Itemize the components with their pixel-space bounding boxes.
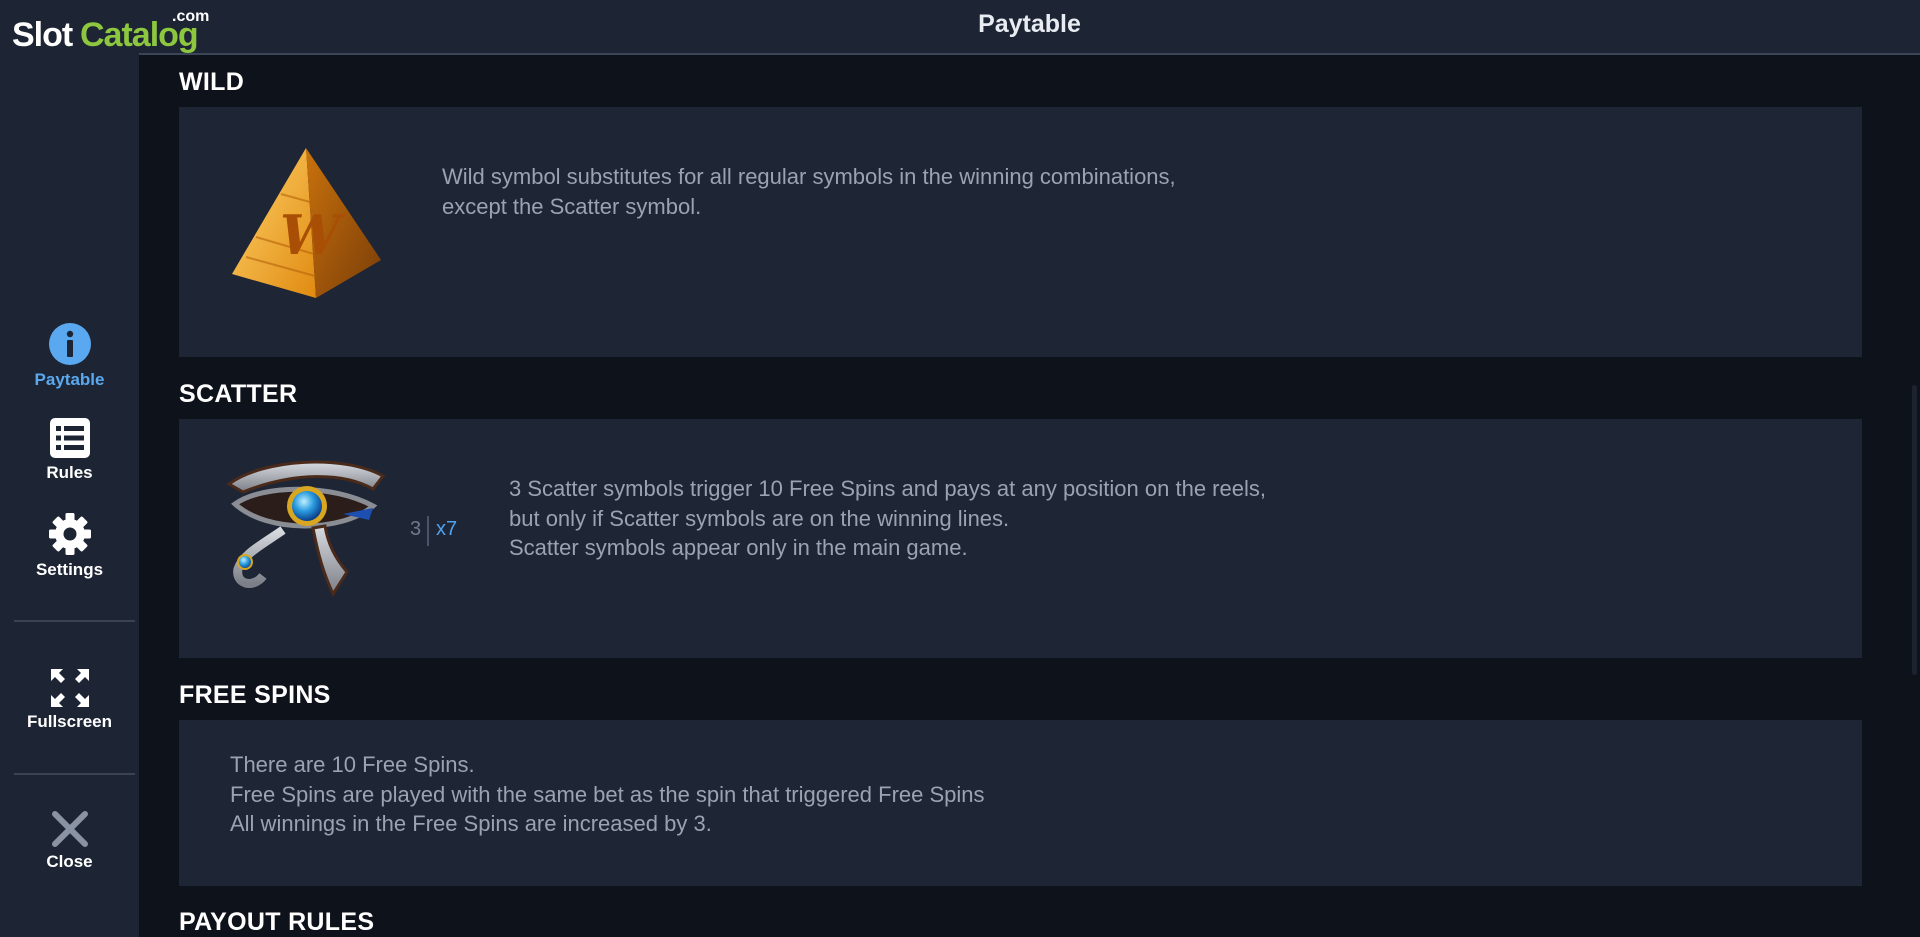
scrollbar[interactable]	[1912, 385, 1917, 675]
free-spins-panel: There are 10 Free Spins. Free Spins are …	[179, 720, 1862, 886]
sidebar-item-label: Paytable	[34, 370, 105, 389]
info-icon	[48, 323, 91, 365]
scatter-panel: 3 x7 3 Scatter symbols trigger 10 Free S…	[179, 419, 1862, 658]
gear-icon	[48, 513, 91, 555]
sidebar-divider	[14, 620, 135, 622]
header-bar: Paytable	[139, 0, 1920, 55]
sidebar: Slot Catalog .com Paytable Rules Setting…	[0, 0, 209, 937]
sidebar-item-label: Close	[46, 852, 93, 871]
page-title: Paytable	[978, 10, 1081, 38]
scatter-description: 3 Scatter symbols trigger 10 Free Spins …	[509, 476, 1266, 560]
svg-text:W: W	[280, 203, 346, 267]
wild-description: Wild symbol substitutes for all regular …	[442, 164, 1176, 219]
logo-slot-text: Slot	[12, 16, 73, 54]
fullscreen-icon	[50, 669, 89, 707]
section-title-scatter: SCATTER	[179, 380, 298, 408]
sidebar-item-label: Rules	[46, 463, 93, 482]
sidebar-item-label: Fullscreen	[26, 712, 113, 731]
slotcatalog-logo: Slot Catalog .com	[12, 6, 212, 56]
sidebar-item-label: Settings	[35, 560, 104, 579]
wild-panel: W Wild symbol substitutes for all regula…	[179, 107, 1862, 357]
eye-of-horus-icon	[226, 460, 386, 598]
logo-com-text: .com	[172, 8, 210, 25]
section-title-wild: WILD	[179, 68, 245, 96]
section-title-free-spins: FREE SPINS	[179, 681, 331, 709]
sidebar-item-settings[interactable]: Settings	[0, 512, 139, 580]
pyramid-wild-icon: W	[232, 148, 381, 298]
close-icon	[51, 811, 88, 847]
sidebar-item-paytable[interactable]: Paytable	[0, 322, 139, 390]
section-title-payout-rules: PAYOUT RULES	[179, 908, 375, 936]
scatter-pay-multiplier: x7	[436, 518, 458, 540]
free-spins-description: There are 10 Free Spins. Free Spins are …	[230, 752, 985, 836]
scatter-pay-count: 3	[410, 518, 422, 540]
sidebar-item-fullscreen[interactable]: Fullscreen	[0, 668, 139, 732]
list-icon	[49, 418, 90, 458]
sidebar-item-rules[interactable]: Rules	[0, 417, 139, 483]
sidebar-item-close[interactable]: Close	[0, 810, 139, 872]
sidebar-divider	[14, 773, 135, 775]
pay-separator	[427, 516, 429, 546]
